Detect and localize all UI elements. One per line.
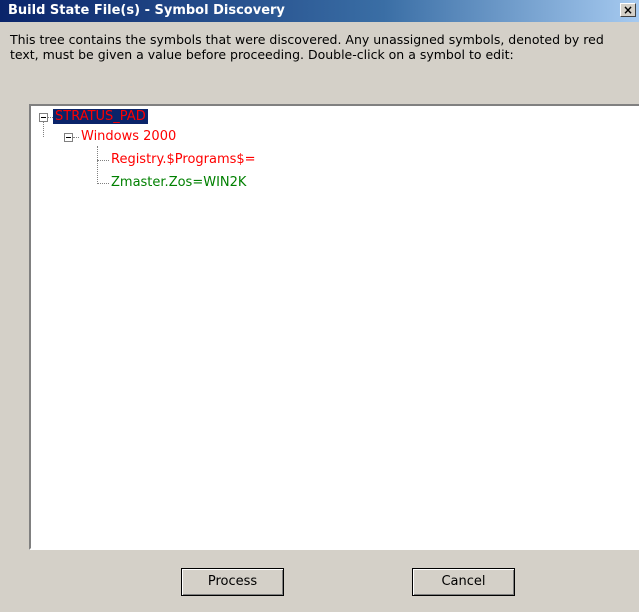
tree-node-windows-2000[interactable]: Windows 2000 [81,129,176,144]
tree-leaf-registry[interactable]: Registry.$Programs$= [111,152,256,167]
tree-connector [97,146,98,184]
cancel-button[interactable]: Cancel [412,568,515,596]
process-button[interactable]: Process [181,568,284,596]
close-icon: × [622,3,634,17]
symbol-tree[interactable]: STRATUS_PAD Windows 2000 Registry.$Progr… [29,104,639,550]
tree-node-root-label: STRATUS_PAD [53,109,148,124]
title-bar[interactable]: Build State File(s) - Symbol Discovery × [0,0,639,22]
window-title: Build State File(s) - Symbol Discovery [8,3,285,18]
tree-connector [97,160,109,161]
close-button[interactable]: × [620,3,636,17]
collapse-icon-child[interactable] [64,133,73,142]
tree-leaf-zmaster[interactable]: Zmaster.Zos=WIN2K [111,175,246,190]
tree-node-root[interactable]: STRATUS_PAD [53,109,148,124]
instructions-text: This tree contains the symbols that were… [10,32,604,62]
tree-connector [97,183,109,184]
collapse-icon-root[interactable] [39,113,48,122]
tree-connector [73,137,79,138]
tree-connector [43,122,44,137]
